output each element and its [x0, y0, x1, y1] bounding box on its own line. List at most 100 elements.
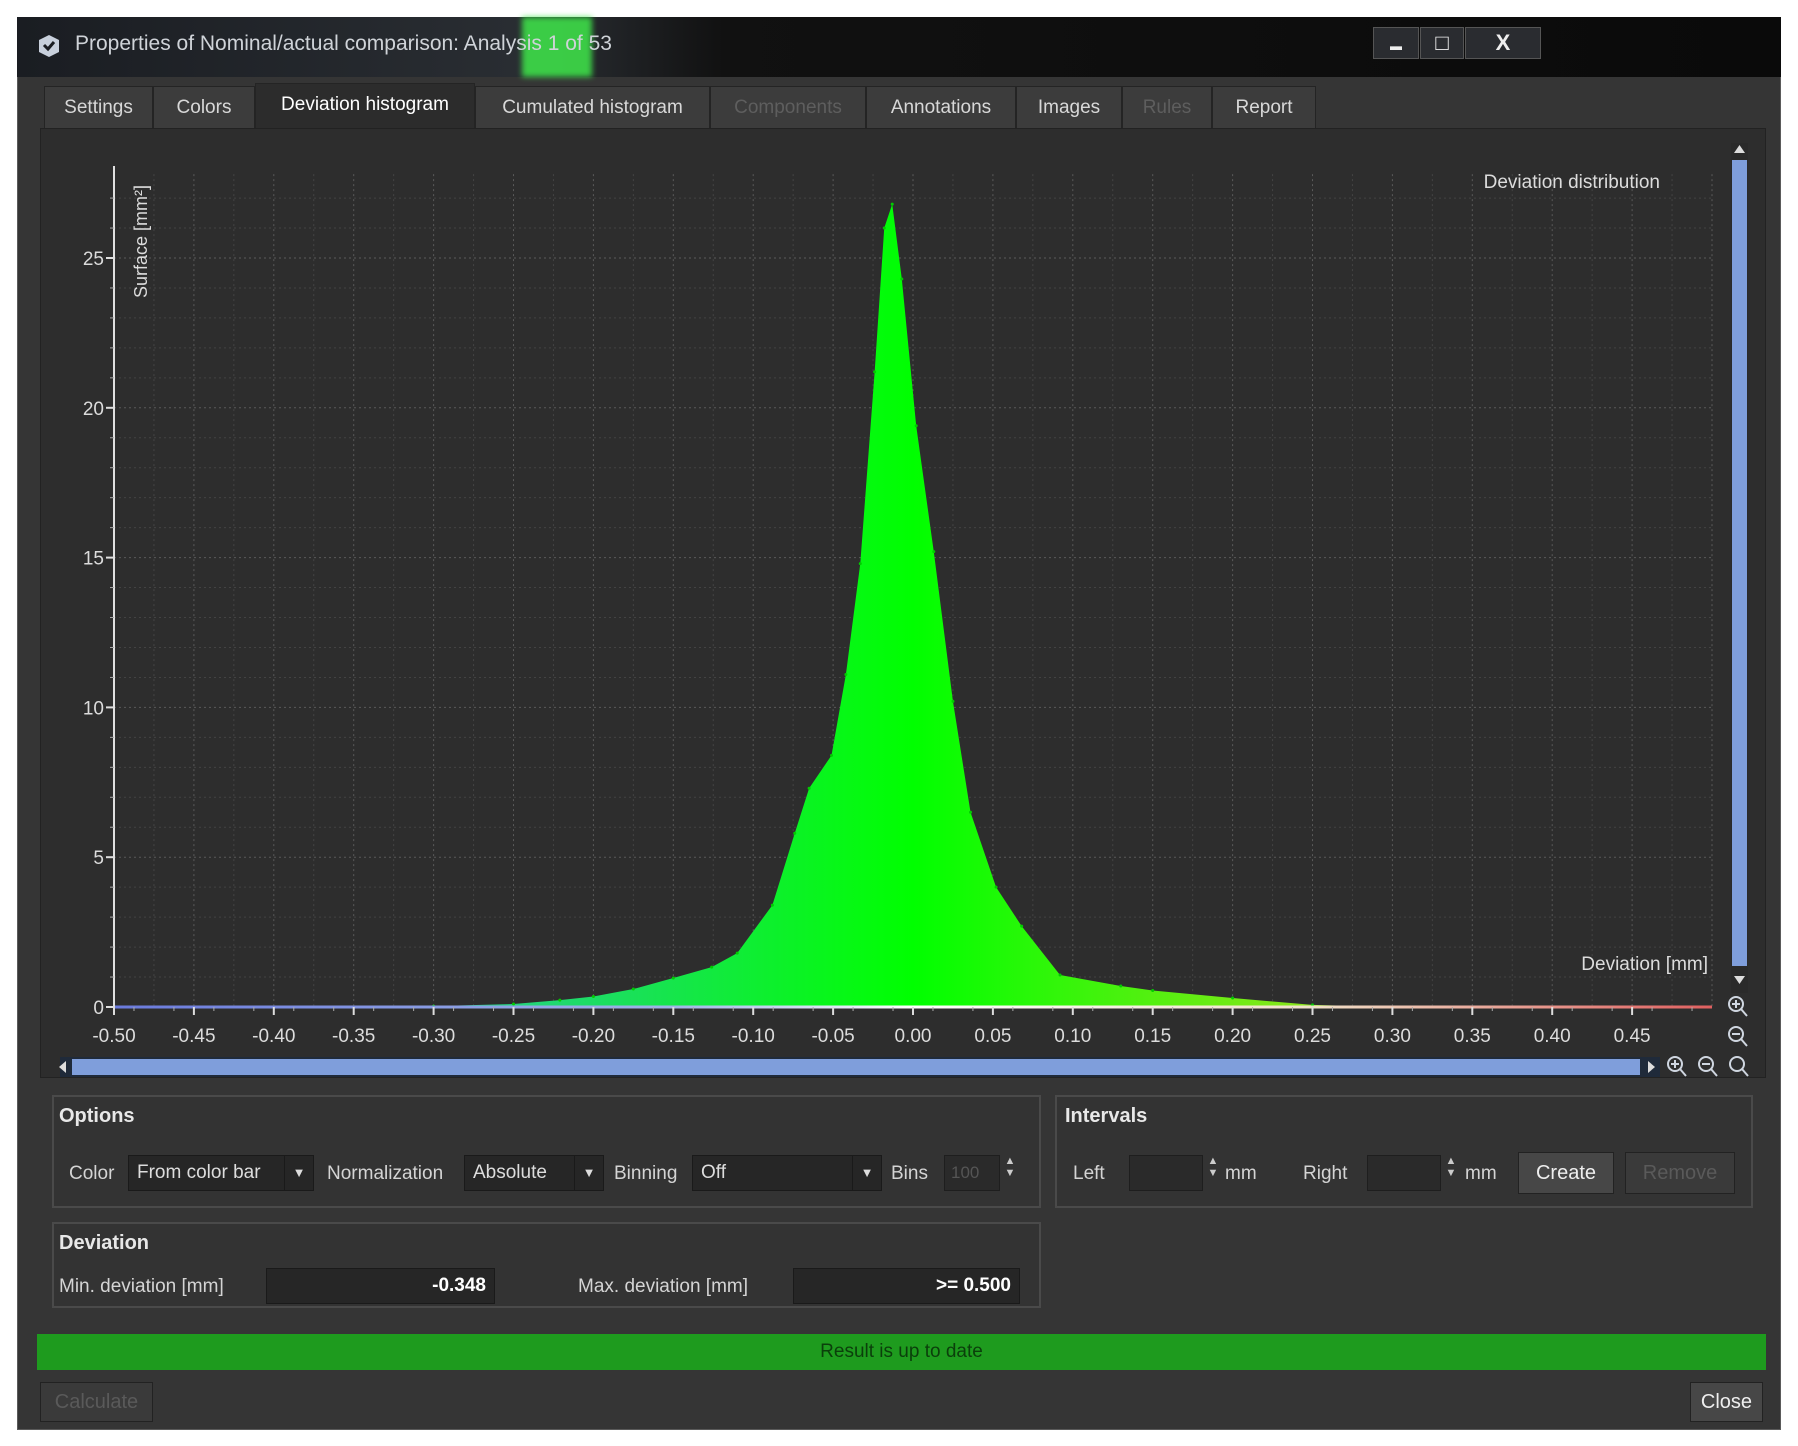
- histogram-point: [844, 672, 848, 676]
- chart-title: Deviation distribution: [1484, 172, 1660, 193]
- histogram-point: [858, 562, 862, 566]
- histogram-point: [951, 699, 955, 703]
- options-group: Options Color From color bar ▼ Normalizat…: [52, 1095, 1041, 1208]
- zoom-out-vertical-icon[interactable]: [1728, 1026, 1748, 1047]
- color-label: Color: [69, 1163, 115, 1184]
- min-deviation-value: -0.348: [266, 1268, 495, 1304]
- histogram-point: [807, 786, 811, 790]
- histogram-point: [770, 903, 774, 907]
- histogram-point: [1231, 996, 1235, 1000]
- left-label: Left: [1073, 1163, 1105, 1184]
- close-button[interactable]: Close: [1690, 1382, 1763, 1422]
- left-spinner-arrows-icon[interactable]: ▲ ▼: [1205, 1155, 1221, 1191]
- x-tick-label: -0.05: [811, 1026, 854, 1047]
- x-tick-label: 0.45: [1614, 1026, 1651, 1047]
- histogram-point: [873, 370, 877, 374]
- normalization-select[interactable]: Absolute ▼: [464, 1155, 604, 1191]
- histogram-point: [591, 995, 595, 999]
- y-tick-label: 15: [83, 549, 104, 570]
- binning-label: Binning: [614, 1163, 678, 1184]
- x-tick-label: -0.35: [332, 1026, 375, 1047]
- histogram-point: [1058, 973, 1062, 977]
- bins-spinner-arrows-icon[interactable]: ▲ ▼: [1002, 1155, 1018, 1191]
- histogram-point: [932, 550, 936, 554]
- color-select-value: From color bar: [137, 1162, 261, 1183]
- histogram-point: [830, 753, 834, 757]
- chevron-down-icon: ▼: [852, 1156, 881, 1190]
- left-unit: mm: [1225, 1163, 1257, 1184]
- y-tick-label: 10: [83, 698, 104, 719]
- histogram-point: [631, 987, 635, 991]
- x-tick-label: 0.20: [1214, 1026, 1251, 1047]
- histogram-point: [1020, 924, 1024, 928]
- x-tick-label: -0.25: [492, 1026, 535, 1047]
- x-tick-label: 0.40: [1534, 1026, 1571, 1047]
- histogram-point: [793, 831, 797, 835]
- x-tick-label: -0.30: [412, 1026, 455, 1047]
- x-axis-label: Deviation [mm]: [1581, 954, 1708, 975]
- histogram-point: [914, 424, 918, 428]
- status-bar: Result is up to date: [37, 1334, 1766, 1370]
- right-unit: mm: [1465, 1163, 1497, 1184]
- x-tick-label: -0.50: [92, 1026, 135, 1047]
- right-label: Right: [1303, 1163, 1348, 1184]
- horizontal-scrollbar-thumb[interactable]: [72, 1059, 1640, 1075]
- calculate-button[interactable]: Calculate: [40, 1382, 153, 1422]
- color-select[interactable]: From color bar ▼: [128, 1155, 314, 1191]
- x-tick-label: 0.25: [1294, 1026, 1331, 1047]
- y-tick-label: 5: [93, 848, 104, 869]
- create-button[interactable]: Create: [1518, 1152, 1614, 1194]
- x-tick-label: -0.10: [732, 1026, 775, 1047]
- histogram-point: [512, 1002, 515, 1006]
- y-axis-label: Surface [mm²]: [131, 185, 151, 298]
- x-tick-label: 0.30: [1374, 1026, 1411, 1047]
- zoom-reset-icon[interactable]: [1729, 1056, 1749, 1077]
- x-tick-label: 0.15: [1134, 1026, 1171, 1047]
- left-input[interactable]: [1129, 1155, 1203, 1191]
- binning-select[interactable]: Off ▼: [692, 1155, 882, 1191]
- max-deviation-value: >= 0.500: [793, 1268, 1020, 1304]
- right-input[interactable]: [1367, 1155, 1441, 1191]
- histogram-point: [558, 998, 562, 1002]
- histogram-point: [735, 951, 739, 955]
- histogram-point: [671, 976, 675, 980]
- histogram-point: [882, 226, 886, 230]
- normalization-select-value: Absolute: [473, 1162, 547, 1183]
- bins-label: Bins: [891, 1163, 928, 1184]
- x-tick-label: -0.15: [652, 1026, 695, 1047]
- histogram-point: [710, 965, 714, 969]
- x-tick-label: -0.20: [572, 1026, 615, 1047]
- deviation-group: Deviation Min. deviation [mm] -0.348 Max…: [52, 1222, 1041, 1308]
- remove-button[interactable]: Remove: [1625, 1152, 1735, 1194]
- histogram-point: [900, 277, 904, 281]
- intervals-group: Intervals Left ▲ ▼ mm Right ▲ ▼ mm Create …: [1055, 1095, 1753, 1208]
- histogram-point: [1151, 989, 1155, 993]
- y-tick-label: 0: [93, 998, 104, 1019]
- normalization-label: Normalization: [327, 1163, 444, 1184]
- max-deviation-label: Max. deviation [mm]: [578, 1276, 748, 1297]
- deviation-histogram-chart: -0.50 -0.45 -0.40 -0.35 -0.30 -0.25 -0.20 -0.15…: [59, 143, 1749, 1077]
- y-tick-label: 20: [83, 399, 104, 420]
- zoom-out-horizontal-icon[interactable]: [1698, 1056, 1718, 1077]
- min-deviation-label: Min. deviation [mm]: [59, 1276, 224, 1297]
- right-spinner-arrows-icon[interactable]: ▲ ▼: [1443, 1155, 1459, 1191]
- chevron-down-icon: ▼: [284, 1156, 313, 1190]
- vertical-scrollbar-thumb[interactable]: [1732, 160, 1747, 966]
- x-tick-label: 0.05: [974, 1026, 1011, 1047]
- y-tick-label: 25: [83, 249, 104, 270]
- histogram-point: [890, 202, 894, 206]
- histogram-point: [994, 885, 998, 889]
- zoom-in-horizontal-icon[interactable]: [1667, 1056, 1687, 1077]
- x-tick-label: 0.10: [1054, 1026, 1091, 1047]
- intervals-title: Intervals: [1065, 1105, 1148, 1127]
- deviation-title: Deviation: [59, 1232, 150, 1254]
- x-tick-label: -0.40: [252, 1026, 295, 1047]
- histogram-point: [969, 810, 973, 814]
- bins-input[interactable]: 100: [944, 1155, 1000, 1191]
- x-tick-label: 0.35: [1454, 1026, 1491, 1047]
- binning-select-value: Off: [701, 1162, 726, 1183]
- zoom-in-vertical-icon[interactable]: [1728, 996, 1748, 1017]
- x-tick-label: 0.00: [895, 1026, 932, 1047]
- options-title: Options: [59, 1105, 135, 1127]
- x-tick-label: -0.45: [172, 1026, 215, 1047]
